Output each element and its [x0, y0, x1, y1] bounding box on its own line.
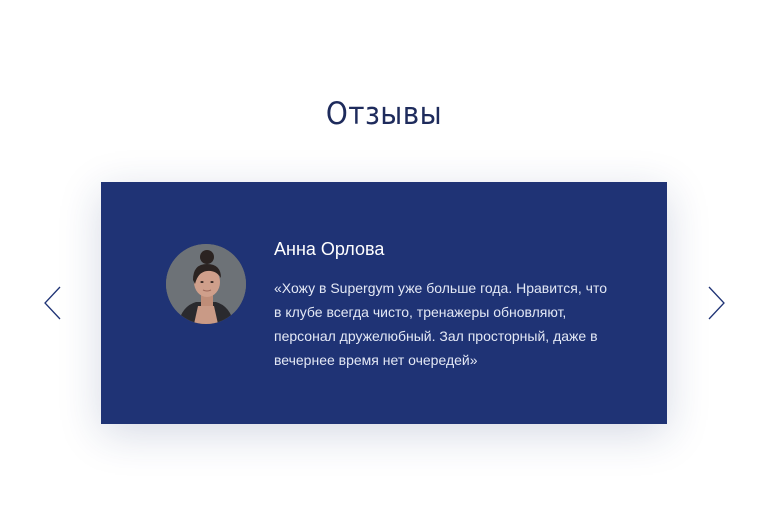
review-card: Анна Орлова «Хожу в Supergym уже больше … — [101, 182, 667, 424]
reviewer-photo — [166, 244, 246, 324]
review-text: «Хожу в Supergym уже больше года. Нравит… — [274, 280, 607, 368]
section-title: Отзывы — [325, 96, 443, 132]
prev-review-button[interactable] — [42, 285, 66, 321]
reviewer-name: Анна Орлова — [274, 239, 385, 259]
next-review-button[interactable] — [703, 285, 727, 321]
reviewer-avatar — [166, 244, 246, 324]
chevron-right-icon — [708, 286, 725, 320]
reviews-section: Отзывы Анна Орлова «Хожу в Supergym уже … — [0, 0, 768, 524]
chevron-left-icon — [44, 286, 61, 320]
